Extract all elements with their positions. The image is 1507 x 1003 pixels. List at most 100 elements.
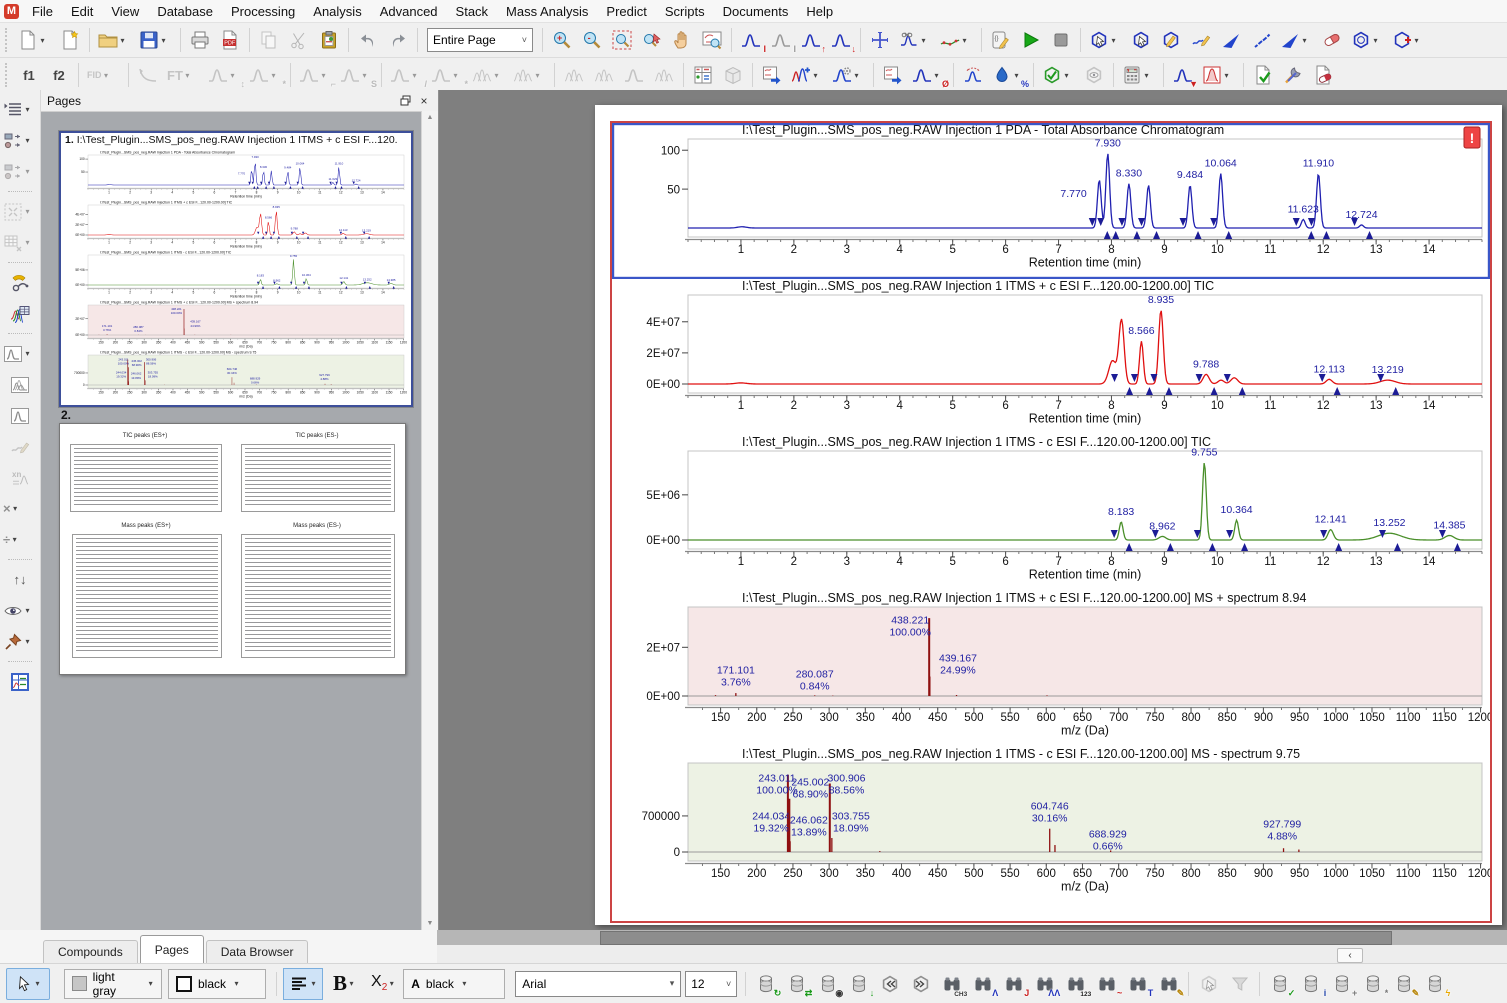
align-tool[interactable]: ▾ [283, 968, 323, 1000]
pane-layout-dropdown-icon[interactable]: ▾ [24, 349, 31, 358]
float-panel-button[interactable] [397, 94, 413, 108]
annotate-tool[interactable] [6, 432, 35, 461]
verify-structure-dropdown-icon[interactable]: ▾ [1063, 71, 1070, 80]
arrange-objects-dropdown-icon[interactable]: ▾ [24, 136, 31, 145]
percent-report[interactable]: %▾ [989, 61, 1028, 89]
fit-objects[interactable]: ▾ [0, 197, 40, 226]
customize-tools[interactable] [1279, 61, 1307, 89]
peak-table-report[interactable] [6, 299, 35, 328]
pane-layout[interactable]: ▾ [0, 339, 40, 368]
add-trace-dropdown-icon[interactable]: ▾ [812, 71, 819, 80]
align-objects-dropdown-icon[interactable]: ▾ [24, 105, 31, 114]
menu-view[interactable]: View [102, 2, 148, 21]
processing-setup[interactable]: *▾ [428, 61, 467, 89]
collapse-button[interactable]: ‹ [1337, 948, 1363, 963]
search-options[interactable]: ✎ [1154, 969, 1183, 998]
zoom-select-arrow-icon[interactable]: ˅ [522, 35, 527, 45]
split-object[interactable]: ÷▾ [0, 525, 40, 554]
undo[interactable] [354, 26, 382, 54]
arrange-objects[interactable]: ▾ [0, 126, 40, 155]
multiplet-tools[interactable]: ▾ [510, 61, 549, 89]
peak-region-dropdown-icon[interactable]: ▾ [1223, 71, 1230, 80]
baseline-tool-dropdown-icon[interactable]: ▾ [961, 36, 968, 45]
table-editor[interactable] [6, 667, 35, 696]
cut-peaks[interactable]: ▾ [896, 26, 935, 54]
menu-file[interactable]: File [23, 2, 62, 21]
stacked-panes[interactable] [6, 370, 35, 399]
audit-review[interactable] [6, 268, 35, 297]
fourier-transform-dropdown-icon[interactable]: ▾ [184, 71, 191, 80]
menu-database[interactable]: Database [148, 2, 222, 21]
peak-region[interactable]: ▾ [1199, 61, 1238, 89]
menu-analysis[interactable]: Analysis [304, 2, 370, 21]
integration[interactable]: S▾ [337, 61, 376, 89]
save-document[interactable]: ▾ [136, 26, 175, 54]
scroll-down-icon[interactable]: ▼ [427, 920, 434, 927]
phase-correction-dropdown-icon[interactable]: ▾ [229, 71, 236, 80]
fit-table[interactable]: ▾ [0, 228, 40, 257]
crosshair-tool[interactable] [866, 26, 894, 54]
f2[interactable]: f2 [45, 61, 73, 89]
tab-pages[interactable]: Pages [140, 935, 204, 963]
delete-object-dropdown-icon[interactable]: ▾ [12, 504, 19, 513]
multiplet-analysis-dropdown-icon[interactable]: ▾ [493, 71, 500, 80]
print[interactable] [186, 26, 214, 54]
baseline-tool[interactable]: ▾ [937, 26, 976, 54]
db-edit-record[interactable]: ✎ [1389, 969, 1418, 998]
add-structure-dropdown-icon[interactable]: ▾ [1413, 36, 1420, 45]
edit-structure[interactable] [1157, 26, 1185, 54]
redo[interactable] [384, 26, 412, 54]
multiplet-tools-dropdown-icon[interactable]: ▾ [534, 71, 541, 80]
db-view-record[interactable]: ◉ [813, 969, 842, 998]
select-structure[interactable]: ▾ [1086, 26, 1125, 54]
pointer-tool-dropdown-icon[interactable]: ▾ [34, 979, 41, 988]
stack-plot-4[interactable] [650, 61, 678, 89]
calculator-dropdown-icon[interactable]: ▾ [1143, 71, 1150, 80]
verify-structure[interactable]: ▾ [1039, 61, 1078, 89]
send-table[interactable] [879, 61, 907, 89]
search-multiplets[interactable]: ΛΛ [1030, 969, 1059, 998]
erase-structure[interactable] [1318, 26, 1346, 54]
processing-setup-dropdown-icon[interactable]: ▾ [452, 71, 459, 80]
save-document-dropdown-icon[interactable]: ▾ [160, 36, 167, 45]
wedge-bond[interactable] [1217, 26, 1245, 54]
fid-processing-dropdown-icon[interactable]: ▾ [103, 71, 110, 80]
setup-layout[interactable] [689, 61, 717, 89]
single-pane[interactable] [6, 401, 35, 430]
visibility-options[interactable]: ▾ [0, 596, 40, 625]
delete-object[interactable]: ×▾ [0, 494, 40, 523]
distribute-objects[interactable]: ▾ [0, 157, 40, 186]
pill-document[interactable] [1309, 61, 1337, 89]
horizontal-scrollbar[interactable] [437, 930, 1507, 945]
stop-macro[interactable] [1047, 26, 1075, 54]
chart-pane-5[interactable]: I:\Test_Plugin...SMS_pos_neg.RAW Injecti… [612, 747, 1490, 921]
fourier-transform[interactable]: FT▾ [164, 61, 203, 89]
align-tool-dropdown-icon[interactable]: ▾ [310, 979, 317, 988]
menu-help[interactable]: Help [797, 2, 842, 21]
add-trace[interactable]: ▾ [788, 61, 827, 89]
chart-pane-3[interactable]: I:\Test_Plugin...SMS_pos_neg.RAW Injecti… [612, 435, 1490, 591]
menu-scripts[interactable]: Scripts [656, 2, 714, 21]
previous-hit[interactable] [875, 969, 904, 998]
scrollbar-thumb[interactable] [600, 931, 1392, 945]
f1[interactable]: f1 [15, 61, 43, 89]
exclude-peaks[interactable]: Ø▾ [909, 61, 948, 89]
fid-processing[interactable]: FID▾ [84, 61, 123, 89]
select-structure-alt[interactable] [1127, 26, 1155, 54]
exclude-peaks-dropdown-icon[interactable]: ▾ [933, 71, 940, 80]
open-document-dropdown-icon[interactable]: ▾ [119, 36, 126, 45]
font-size-select[interactable]: 12˅ [685, 971, 737, 997]
decrease-intensity[interactable]: ↓ [827, 26, 855, 54]
db-validate[interactable]: ✓ [1265, 969, 1294, 998]
calibration-dropdown-icon[interactable]: ▾ [320, 71, 327, 80]
font-color-select[interactable]: Ablack▾ [403, 969, 505, 999]
page-thumbnail-2[interactable]: TIC peaks (ES+)TIC peaks (ES-)Mass peaks… [59, 423, 406, 675]
process-trace-dropdown-icon[interactable]: ▾ [853, 71, 860, 80]
split-object-dropdown-icon[interactable]: ▾ [11, 535, 18, 544]
draw-chain[interactable] [1187, 26, 1215, 54]
preview-window[interactable] [698, 26, 726, 54]
menu-documents[interactable]: Documents [714, 2, 798, 21]
cut-peaks-dropdown-icon[interactable]: ▾ [920, 36, 927, 45]
menu-advanced[interactable]: Advanced [371, 2, 447, 21]
increase-intensity[interactable]: ↑ [797, 26, 825, 54]
